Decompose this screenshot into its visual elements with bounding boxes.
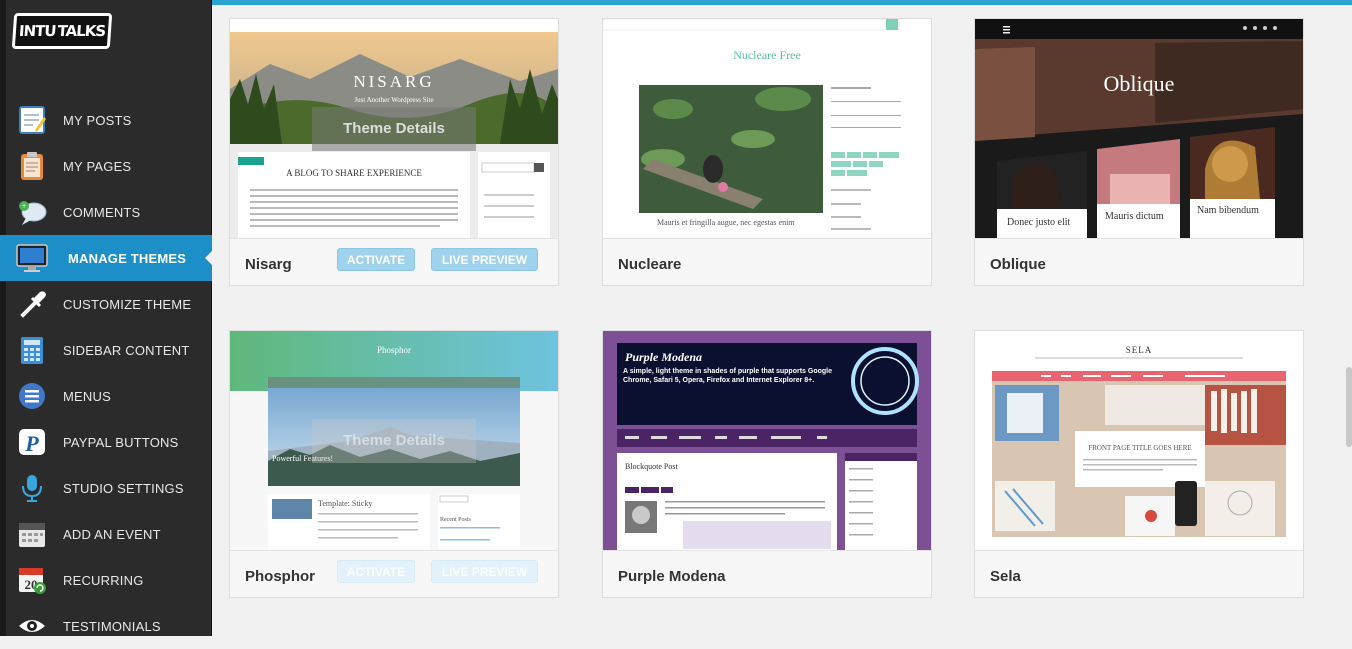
activate-button[interactable]: ACTIVATE [337,248,415,271]
calculator-icon [16,334,48,366]
sidebar-item-label: ADD AN EVENT [63,526,161,542]
sidebar-item-label: MANAGE THEMES [68,250,187,266]
eyedropper-icon [16,288,48,320]
theme-card-footer: Nisarg ACTIVATE LIVE PREVIEW [230,238,558,285]
monitor-icon [16,242,48,274]
theme-name: Sela [990,568,1021,585]
theme-card-footer: Sela [975,550,1303,597]
sidebar-item-label: TESTIMONIALS [63,618,161,634]
sidebar-item-recurring[interactable]: 20 RECURRING [0,557,212,603]
thumb-post-title: Blockquote Post [625,462,678,471]
sidebar-item-label: CUSTOMIZE THEME [63,296,192,312]
theme-card-phosphor[interactable]: Phosphor Powerful Features! Template: St… [229,330,559,598]
sidebar-item-my-pages[interactable]: MY PAGES [0,143,212,189]
microphone-icon [16,472,48,504]
thumb-title: SELA [1126,345,1153,355]
intutalks-logo[interactable]: INTU TALKS [11,9,113,53]
thumb-heading: FRONT PAGE TITLE GOES HERE [1088,444,1191,452]
thumb-caption-1: Donec justo elit [1007,217,1071,228]
theme-name: Nucleare [618,256,682,273]
theme-card-sela[interactable]: SELA FRONT PAGE TITLE GOES HERE Sela [974,330,1304,598]
sidebar-item-label: COMMENTS [63,204,141,220]
sidebar: INTU TALKS MY POSTS MY PAGES + COMMENTS … [0,0,213,636]
thumb-post-title: Template: Sticky [318,499,372,508]
live-preview-button[interactable]: LIVE PREVIEW [431,248,538,271]
sidebar-item-label: MY POSTS [63,112,132,128]
calendar-icon [16,518,48,550]
themes-grid: NISARG Just Another Wordpress Site A BLO… [212,5,1352,636]
sidebar-item-label: STUDIO SETTINGS [63,480,184,496]
sidebar-item-sidebar-content[interactable]: SIDEBAR CONTENT [0,327,212,373]
sidebar-item-customize-theme[interactable]: CUSTOMIZE THEME [0,281,212,327]
theme-card-nisarg[interactable]: NISARG Just Another Wordpress Site A BLO… [229,18,559,286]
sidebar-item-label: SIDEBAR CONTENT [63,342,190,358]
eye-icon [16,610,48,642]
theme-card-nucleare[interactable]: Nucleare Free Mauris et fringilla augue,… [602,18,932,286]
live-preview-button[interactable]: LIVE PREVIEW [431,560,538,583]
sidebar-item-label: MY PAGES [63,158,132,174]
theme-card-oblique[interactable]: Oblique Donec justo elit Mauris dictum N… [974,18,1304,286]
sidebar-item-label: RECURRING [63,572,144,588]
speech-bubble-icon: + [16,196,48,228]
thumb-recent-posts: Recent Posts [440,517,471,523]
theme-screenshot[interactable]: Oblique Donec justo elit Mauris dictum N… [975,19,1303,238]
theme-screenshot[interactable]: Nucleare Free Mauris et fringilla augue,… [603,19,931,238]
thumb-caption-3: Nam bibendum [1197,205,1259,216]
theme-card-footer: Purple Modena [603,550,931,597]
sidebar-item-label: PAYPAL BUTTONS [63,434,179,450]
list-icon [16,380,48,412]
thumb-title: NISARG [353,72,434,91]
thumb-subtitle: Just Another Wordpress Site [354,96,433,104]
theme-card-footer: Phosphor ACTIVATE LIVE PREVIEW [230,550,558,597]
sidebar-item-testimonials[interactable]: TESTIMONIALS [0,603,212,649]
sidebar-item-studio-settings[interactable]: STUDIO SETTINGS [0,465,212,511]
thumb-caption: Mauris et fringilla augue, nec egestas e… [657,218,795,227]
thumb-title: Nucleare Free [733,48,801,62]
page-scrollbar[interactable] [1346,367,1352,447]
sidebar-item-menus[interactable]: MENUS [0,373,212,419]
theme-name: Purple Modena [618,568,726,585]
theme-screenshot[interactable]: SELA FRONT PAGE TITLE GOES HERE [975,331,1303,550]
theme-screenshot[interactable]: NISARG Just Another Wordpress Site A BLO… [230,19,558,238]
clipboard-icon [16,150,48,182]
recurring-calendar-icon: 20 [16,564,48,596]
svg-text:P: P [24,431,39,456]
theme-screenshot[interactable]: Purple Modena A simple, light theme in s… [603,331,931,550]
activate-button[interactable]: ACTIVATE [337,560,415,583]
theme-name: Nisarg [245,256,292,273]
theme-screenshot[interactable]: Phosphor Powerful Features! Template: St… [230,331,558,550]
thumb-title: Phosphor [377,345,411,355]
sidebar-item-comments[interactable]: + COMMENTS [0,189,212,235]
thumb-heading: A BLOG TO SHARE EXPERIENCE [286,168,422,178]
sidebar-nav: MY POSTS MY PAGES + COMMENTS MANAGE THEM… [0,97,213,649]
notepad-icon [16,104,48,136]
sidebar-item-my-posts[interactable]: MY POSTS [0,97,212,143]
thumb-caption-2: Mauris dictum [1105,211,1164,222]
theme-details-overlay[interactable]: Theme Details [312,419,476,463]
thumb-tagline: A simple, light theme in shades of purpl… [623,368,832,384]
svg-text:+: + [21,201,26,211]
theme-name: Oblique [990,256,1046,273]
theme-name: Phosphor [245,568,315,585]
sidebar-item-paypal-buttons[interactable]: P PAYPAL BUTTONS [0,419,212,465]
sidebar-item-label: MENUS [63,388,111,404]
logo-text-left: INTU [18,22,57,40]
theme-card-purple-modena[interactable]: Purple Modena A simple, light theme in s… [602,330,932,598]
sidebar-item-manage-themes[interactable]: MANAGE THEMES [0,235,213,281]
thumb-title: Purple Modena [625,350,702,364]
theme-details-overlay[interactable]: Theme Details [312,107,476,151]
theme-card-footer: Oblique [975,238,1303,285]
logo-text-right: TALKS [56,22,106,40]
theme-card-footer: Nucleare [603,238,931,285]
sidebar-item-add-an-event[interactable]: ADD AN EVENT [0,511,212,557]
thumb-title: Oblique [1104,71,1175,96]
paypal-icon: P [16,426,48,458]
